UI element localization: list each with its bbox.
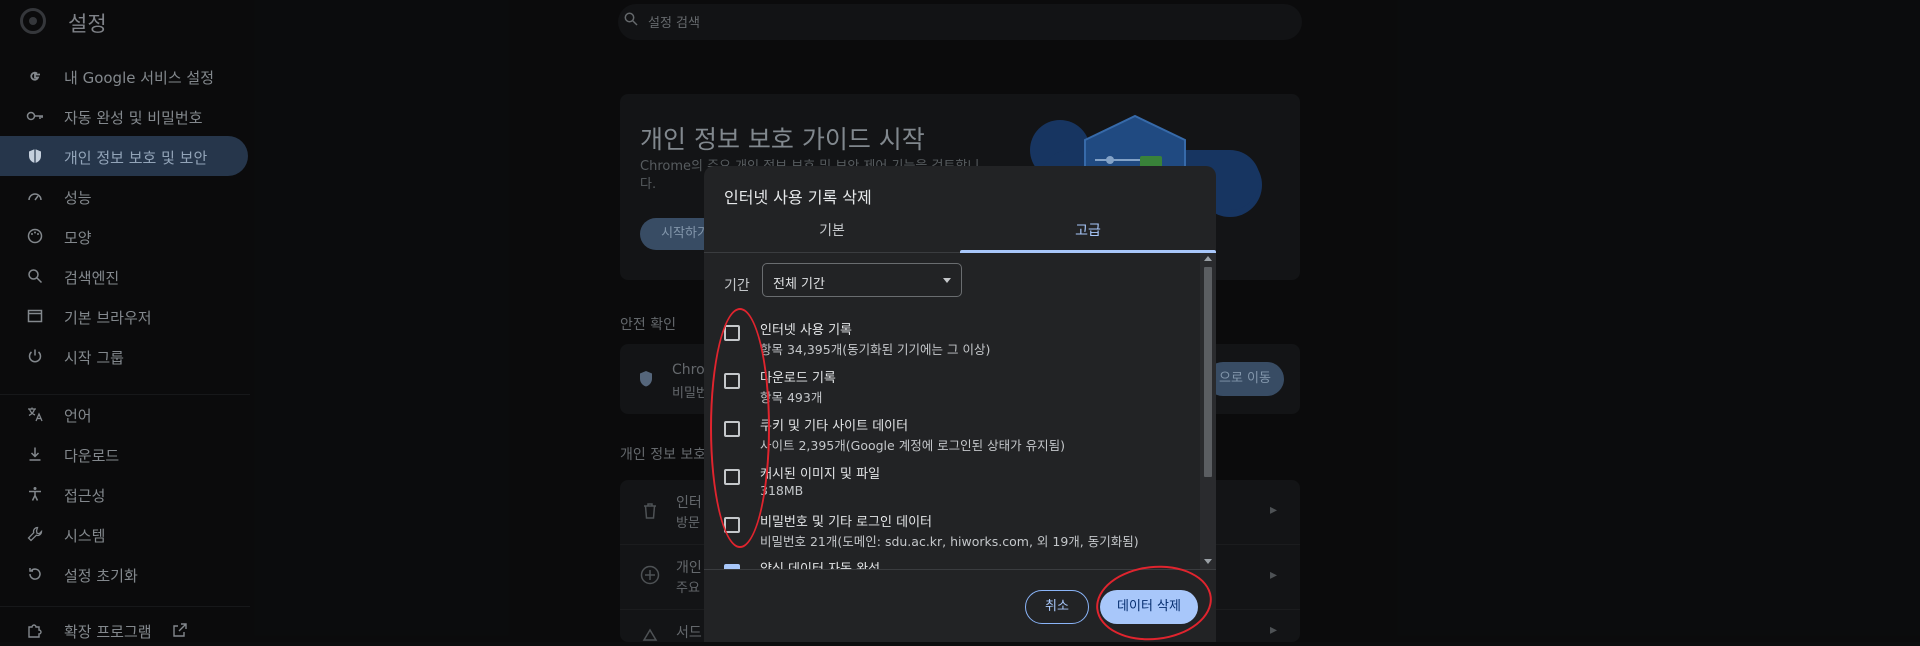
dialog-scrollbar[interactable] [1200, 253, 1216, 569]
time-range-value: 전체 기간 [773, 277, 825, 292]
option-cookies[interactable]: 쿠키 및 기타 사이트 데이터 사이트 2,395개(Google 계정에 로그… [704, 415, 1194, 463]
scrollbar-thumb[interactable] [1204, 267, 1212, 477]
option-description: 318MB [760, 483, 804, 498]
chevron-down-icon [943, 278, 951, 283]
option-title: 인터넷 사용 기록 [760, 323, 852, 338]
scroll-up-arrow-icon[interactable] [1204, 256, 1212, 261]
tab-basic[interactable]: 기본 [704, 212, 960, 252]
option-cache[interactable]: 캐시된 이미지 및 파일 318MB [704, 463, 1194, 511]
option-browsing-history[interactable]: 인터넷 사용 기록 항목 34,395개(동기화된 기기에는 그 이상) [704, 319, 1194, 367]
tab-advanced[interactable]: 고급 [960, 212, 1216, 252]
cancel-button[interactable]: 취소 [1025, 590, 1089, 624]
option-autofill-form-data[interactable]: 양식 데이터 자동 완성 [704, 558, 1194, 569]
option-download-history[interactable]: 다운로드 기록 항목 493개 [704, 367, 1194, 415]
time-range-select[interactable]: 전체 기간 [762, 263, 962, 297]
option-title: 쿠키 및 기타 사이트 데이터 [760, 419, 909, 434]
time-range-label: 기간 [724, 278, 750, 294]
option-description: 항목 34,395개(동기화된 기기에는 그 이상) [760, 342, 991, 357]
annotation-circle-checkboxes [710, 308, 770, 548]
option-description: 사이트 2,395개(Google 계정에 로그인된 상태가 유지됨) [760, 438, 1065, 453]
dialog-tabs: 기본 고급 [704, 212, 1216, 253]
option-title: 캐시된 이미지 및 파일 [760, 467, 881, 482]
dialog-title: 인터넷 사용 기록 삭제 [724, 188, 872, 207]
option-title: 다운로드 기록 [760, 371, 836, 386]
option-title: 비밀번호 및 기타 로그인 데이터 [760, 515, 933, 530]
option-title: 양식 데이터 자동 완성 [760, 558, 880, 569]
option-description: 비밀번호 21개(도메인: sdu.ac.kr, hiworks.com, 외 … [760, 534, 1139, 549]
scroll-down-arrow-icon[interactable] [1204, 559, 1212, 564]
dialog-scroll-area[interactable]: 기간 전체 기간 인터넷 사용 기록 항목 34,395개(동기화된 기기에는 … [704, 253, 1216, 569]
option-passwords[interactable]: 비밀번호 및 기타 로그인 데이터 비밀번호 21개(도메인: sdu.ac.k… [704, 511, 1194, 559]
